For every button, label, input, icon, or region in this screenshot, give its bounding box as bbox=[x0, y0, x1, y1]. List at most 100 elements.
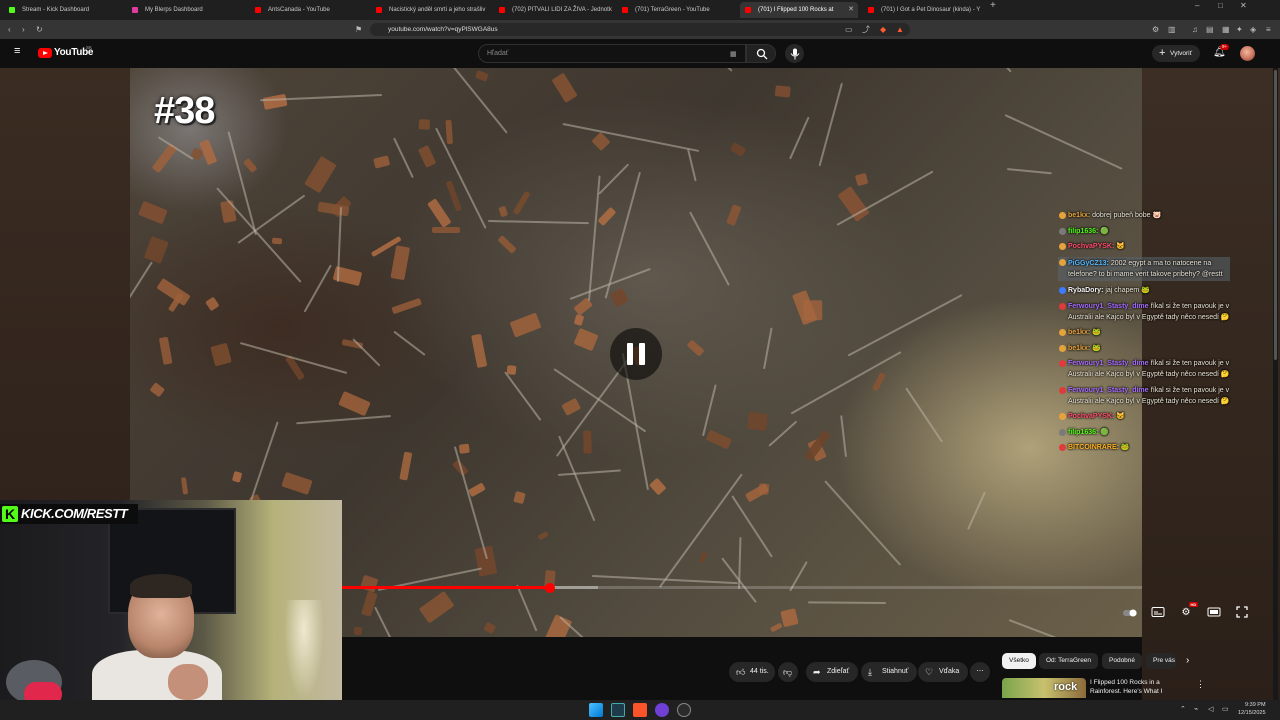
panel-icon[interactable]: ▤ bbox=[1206, 24, 1214, 35]
bark-chip bbox=[573, 314, 585, 326]
new-tab-button[interactable]: + bbox=[990, 0, 996, 11]
cast-icon[interactable]: ▭ bbox=[845, 24, 853, 35]
terminal-app-icon[interactable] bbox=[611, 703, 625, 717]
bark-chip bbox=[471, 333, 488, 368]
chat-text: jaj chapem 🐸 bbox=[1105, 287, 1150, 294]
recommendation-title[interactable]: I Flipped 100 Rocks in a Rainforest. Her… bbox=[1090, 678, 1180, 696]
bookmark-icon[interactable]: ⚑ bbox=[355, 24, 362, 35]
twig bbox=[453, 445, 488, 559]
bark-chip bbox=[726, 204, 742, 227]
system-clock[interactable]: 9:39 PM 12/15/2025 bbox=[1238, 701, 1266, 717]
browser-tab[interactable]: (702) PITVALI LIDI ZA ŽIVA - Jednotk bbox=[494, 2, 612, 18]
menu-icon[interactable]: ≡ bbox=[1266, 24, 1271, 35]
twitch-app-icon[interactable] bbox=[655, 703, 669, 717]
volume-icon[interactable]: ◁ bbox=[1208, 705, 1213, 715]
tab-title: My Blerps Dashboard bbox=[145, 7, 203, 13]
bark-chip bbox=[372, 155, 391, 169]
share-page-icon[interactable]: ⤴ bbox=[862, 24, 870, 35]
brave-shield-icon[interactable]: ◆ bbox=[880, 24, 886, 35]
chat-message: be1kx: 🐸 bbox=[1058, 327, 1230, 338]
download-button[interactable]: ⤓ Stiahnuť bbox=[861, 662, 918, 682]
dislike-button[interactable]: 👎︎ bbox=[778, 662, 798, 682]
tab-title: (701) I Flipped 100 Rocks at bbox=[758, 7, 834, 13]
bark-chip bbox=[468, 482, 486, 497]
filter-chip-all[interactable]: Všetko bbox=[1002, 653, 1036, 669]
url-field[interactable]: youtube.com/watch?v=qyPlSWGA8us bbox=[370, 23, 910, 36]
chevron-right-icon[interactable]: › bbox=[1186, 655, 1189, 666]
brave-rewards-icon[interactable]: ▲ bbox=[896, 24, 904, 35]
browser-tab[interactable]: Nacistický anděl smrti a jeho strašliv bbox=[371, 2, 489, 18]
reload-icon[interactable]: ↻ bbox=[36, 24, 43, 35]
recommendation-menu-icon[interactable]: ⋮ bbox=[1196, 679, 1205, 690]
more-actions-button[interactable]: ⋯ bbox=[970, 662, 990, 682]
wallet-icon[interactable]: ▦ bbox=[1222, 24, 1230, 35]
pause-button[interactable] bbox=[610, 328, 662, 380]
media-icon[interactable]: ♫ bbox=[1192, 24, 1198, 35]
video-progress-bar[interactable] bbox=[342, 582, 1142, 593]
sidebar-icon[interactable]: ▥ bbox=[1168, 24, 1176, 35]
bark-chip bbox=[552, 73, 579, 104]
bark-chip bbox=[774, 85, 791, 99]
windows-start-icon[interactable] bbox=[589, 703, 603, 717]
filter-chip-from-channel[interactable]: Od: TerraGreen bbox=[1039, 653, 1099, 669]
share-button[interactable]: ➦ Zdieľať bbox=[806, 662, 859, 682]
browser-tab[interactable]: (701) TerraGreen - YouTube bbox=[617, 2, 735, 18]
subtitles-icon[interactable] bbox=[1150, 606, 1166, 620]
obs-app-icon[interactable] bbox=[677, 703, 691, 717]
chat-username: be1kx: bbox=[1068, 344, 1091, 352]
tab-close-icon[interactable]: ✕ bbox=[848, 2, 854, 18]
scrollbar-thumb[interactable] bbox=[1274, 70, 1277, 360]
twig bbox=[702, 383, 718, 436]
browser-tab[interactable]: (701) I Flipped 100 Rocks at ✕ bbox=[740, 2, 858, 18]
search-input[interactable]: Hľadať bbox=[478, 44, 746, 63]
user-avatar[interactable] bbox=[1240, 46, 1255, 61]
bark-chip bbox=[649, 477, 667, 495]
bark-chip bbox=[231, 471, 243, 484]
bark-chip bbox=[498, 206, 509, 218]
like-button[interactable]: 👍︎ 44 tis. bbox=[729, 662, 775, 682]
autoplay-toggle-icon[interactable] bbox=[1122, 606, 1138, 620]
tray-chevron-icon[interactable]: ⌃ bbox=[1180, 705, 1186, 715]
browser-tab[interactable]: AntsCanada - YouTube bbox=[250, 2, 368, 18]
filter-chip-related[interactable]: Podobné bbox=[1102, 653, 1143, 669]
microphone-icon bbox=[790, 48, 799, 59]
back-icon[interactable]: ‹ bbox=[8, 24, 11, 35]
maximize-button[interactable]: □ bbox=[1218, 0, 1223, 11]
thanks-button[interactable]: ♡ Vďaka bbox=[918, 662, 969, 682]
bark-chip bbox=[418, 118, 431, 130]
download-icon: ⤓ bbox=[868, 667, 872, 677]
youtube-masthead: ≡ YouTube SK Hľadať ▦ + Vytvoriť 🔔︎ 9+ bbox=[0, 39, 1280, 68]
chat-text: 🐱 bbox=[1116, 243, 1125, 250]
youtube-logo-icon[interactable] bbox=[38, 48, 52, 58]
search-button[interactable] bbox=[746, 44, 776, 63]
leo-icon[interactable]: ✦ bbox=[1236, 24, 1243, 35]
chat-username: PochvaPYSK: bbox=[1068, 413, 1115, 420]
network-icon[interactable]: ⌁ bbox=[1194, 705, 1198, 715]
create-button[interactable]: + Vytvoriť bbox=[1152, 45, 1200, 62]
bark-chip bbox=[591, 131, 611, 151]
progress-scrubber-handle[interactable] bbox=[545, 582, 555, 593]
browser-tab[interactable]: (701) I Got a Pet Dinosaur (kinda) - Y bbox=[863, 2, 981, 18]
fullscreen-icon[interactable] bbox=[1234, 606, 1250, 620]
bark-chip bbox=[138, 201, 168, 225]
voice-search-button[interactable] bbox=[785, 44, 804, 63]
chat-badge-icon bbox=[1059, 386, 1066, 394]
brave-browser-icon[interactable] bbox=[633, 703, 647, 717]
forward-icon[interactable]: › bbox=[22, 24, 25, 35]
close-window-button[interactable]: ✕ bbox=[1240, 0, 1247, 11]
settings-gear-icon[interactable]: ⚙ bbox=[1178, 606, 1194, 620]
bark-chip bbox=[458, 442, 470, 454]
extensions-icon[interactable]: ⚙ bbox=[1152, 24, 1159, 35]
share-icon: ➦ bbox=[813, 667, 821, 677]
hamburger-menu-icon[interactable]: ≡ bbox=[14, 46, 20, 57]
chat-username: be1kx: bbox=[1068, 212, 1091, 219]
battery-icon[interactable]: ▭ bbox=[1222, 705, 1229, 715]
browser-tab[interactable]: My Blerps Dashboard bbox=[127, 2, 245, 18]
vpn-icon[interactable]: ◈ bbox=[1250, 24, 1256, 35]
filter-chip-for-you[interactable]: Pre vás bbox=[1146, 653, 1176, 669]
theater-mode-icon[interactable] bbox=[1206, 606, 1222, 620]
browser-tab[interactable]: Stream - Kick Dashboard bbox=[4, 2, 122, 18]
keyboard-icon[interactable]: ▦ bbox=[730, 49, 737, 60]
chat-message: RybaDory: jaj chapem 🐸 bbox=[1058, 285, 1230, 296]
minimize-button[interactable]: – bbox=[1195, 0, 1199, 11]
